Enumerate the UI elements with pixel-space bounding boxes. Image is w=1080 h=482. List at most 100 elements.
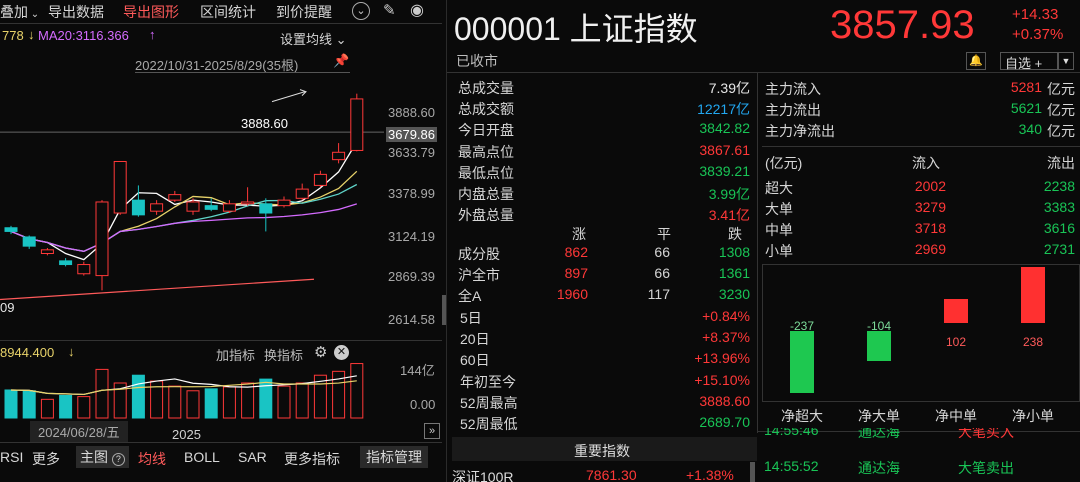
high-marker-arrow — [271, 89, 307, 103]
net-flow-bar — [944, 299, 968, 323]
flow-row-in: 2969 — [914, 241, 946, 257]
menu-export-data[interactable]: 导出数据 — [48, 2, 104, 22]
stat-label: 最低点位 — [458, 164, 514, 181]
watchlist-button[interactable]: 自选 + — [1000, 52, 1058, 71]
year-label: 2025 — [172, 427, 201, 442]
capital-value: 5281 — [1010, 79, 1042, 95]
breadth-down: 1308 — [718, 244, 750, 260]
ma-line-20 — [10, 203, 357, 252]
tool-sar[interactable]: SAR — [238, 449, 267, 465]
price-tick-1: 3633.79 — [388, 145, 435, 160]
net-flow-label: 净超大 — [781, 408, 823, 424]
candle — [204, 198, 218, 212]
stat-value: 3867.61 — [699, 141, 750, 158]
flow-divider — [762, 146, 1080, 147]
tick-list: 14:55:46 通达海 大笔买入 14:55:52 通达海 大笔卖出 — [762, 428, 1080, 482]
net-flow-value: -237 — [789, 319, 815, 333]
tool-ma[interactable]: 均线 — [138, 449, 166, 469]
tool-boll[interactable]: BOLL — [184, 449, 220, 465]
chart-divider — [0, 340, 442, 341]
ma-line-3 — [10, 141, 358, 261]
tool-more-indicators[interactable]: 更多指标 — [284, 449, 340, 469]
candle — [295, 183, 309, 201]
stats-column: 总成交量 7.39亿 总成交额 12217亿 今日开盘 3842.82 最高点位 3867.6… — [452, 74, 756, 434]
market-status: 已收市 — [456, 53, 498, 69]
key-index-scrollbar[interactable] — [750, 462, 755, 482]
period-value: 3888.60 — [699, 392, 750, 409]
candle — [95, 200, 109, 291]
stock-title: 000001 上证指数 — [454, 11, 698, 47]
tool-more[interactable]: 更多 — [32, 449, 60, 469]
stat-label: 总成交量 — [458, 80, 514, 96]
toolbar-divider — [0, 442, 442, 443]
price-tick-2: 3378.99 — [388, 186, 435, 201]
kline-chart — [0, 89, 384, 301]
period-label: 52周最低 — [460, 416, 518, 432]
tool-indicator-manage[interactable]: 指标管理 — [360, 446, 428, 468]
pin-icon[interactable]: 📌 — [333, 53, 349, 69]
menu-overlay[interactable]: 叠加 ⌄ — [0, 2, 39, 22]
eye-icon[interactable]: ◉ — [410, 0, 424, 20]
bell-icon[interactable]: 🔔 — [966, 52, 986, 70]
watchlist-dropdown-icon[interactable]: ▼ — [1058, 52, 1074, 70]
breadth-header: 跌 — [728, 226, 742, 242]
period-label: 20日 — [460, 331, 490, 348]
period-label: 60日 — [460, 352, 490, 369]
net-flow-bar — [1021, 267, 1045, 323]
expand-icon[interactable]: » — [424, 423, 440, 439]
price-tick-0: 3888.60 — [388, 105, 435, 120]
volume-bar — [222, 386, 236, 419]
volume-bar — [241, 382, 255, 419]
tick-time: 14:55:52 — [764, 458, 819, 474]
net-flow-bar — [867, 331, 891, 362]
net-flow-value: 238 — [1022, 335, 1044, 349]
flow-row-label: 小单 — [765, 243, 793, 259]
close-icon[interactable]: ✕ — [334, 345, 349, 360]
breadth-down: 3230 — [718, 286, 750, 302]
tool-rsi[interactable]: RSI — [0, 449, 23, 465]
tick-broker: 通达海 — [858, 460, 900, 476]
period-value: +13.96% — [694, 350, 750, 367]
flow-row-label: 大单 — [765, 201, 793, 217]
current-price-tag: 3679.86 — [386, 127, 437, 142]
key-index-header: 重要指数 — [452, 437, 757, 461]
stat-label: 最高点位 — [458, 143, 514, 160]
menu-range-stats[interactable]: 区间统计 — [200, 2, 256, 22]
menu-export-chart[interactable]: 导出图形 — [123, 2, 179, 22]
flow-row-in: 3718 — [914, 220, 946, 236]
flow-row-label: 中单 — [765, 222, 793, 238]
net-flow-label: 净大单 — [858, 408, 900, 424]
candle — [332, 143, 346, 164]
flow-row-out: 2238 — [1043, 178, 1075, 194]
net-flow-bar — [790, 331, 814, 393]
help-icon[interactable]: ? — [111, 453, 125, 466]
tool-main-chart[interactable]: 主图 ? — [76, 446, 129, 468]
capital-unit: 亿元 — [1047, 123, 1075, 139]
key-index-pct: +1.38% — [686, 467, 734, 482]
candle — [350, 93, 364, 152]
stat-label: 总成交额 — [458, 101, 514, 118]
long-ma-line — [0, 278, 315, 301]
indicator-down-arrow-icon: ↓ — [68, 344, 75, 359]
ma20-value: MA20:3116.366 — [38, 28, 129, 43]
volume-bar — [131, 374, 145, 419]
brush-icon[interactable]: ✎ — [383, 1, 396, 19]
ma-down-arrow-icon: ↓ — [28, 27, 35, 42]
stat-value: 12217亿 — [697, 101, 750, 118]
candle — [113, 160, 127, 215]
period-value: 2689.70 — [699, 414, 750, 430]
collapse-icon[interactable]: ⌄ — [352, 2, 370, 20]
candle — [131, 185, 145, 217]
volume-chart — [4, 363, 364, 419]
candle — [40, 247, 54, 256]
flow-row-out: 3616 — [1043, 220, 1075, 236]
price-tick-5: 2614.58 — [388, 312, 435, 327]
menu-price-alert[interactable]: 到价提醒 — [276, 2, 332, 22]
period-value: +8.37% — [702, 329, 750, 346]
gear-icon[interactable]: ⚙ — [314, 343, 327, 361]
volume-bar — [204, 388, 218, 419]
volume-bar — [40, 398, 54, 419]
candle — [77, 261, 91, 276]
last-price: 3857.93 — [830, 3, 975, 47]
settings-ma-button[interactable]: 设置均线 ⌄ — [280, 29, 347, 48]
